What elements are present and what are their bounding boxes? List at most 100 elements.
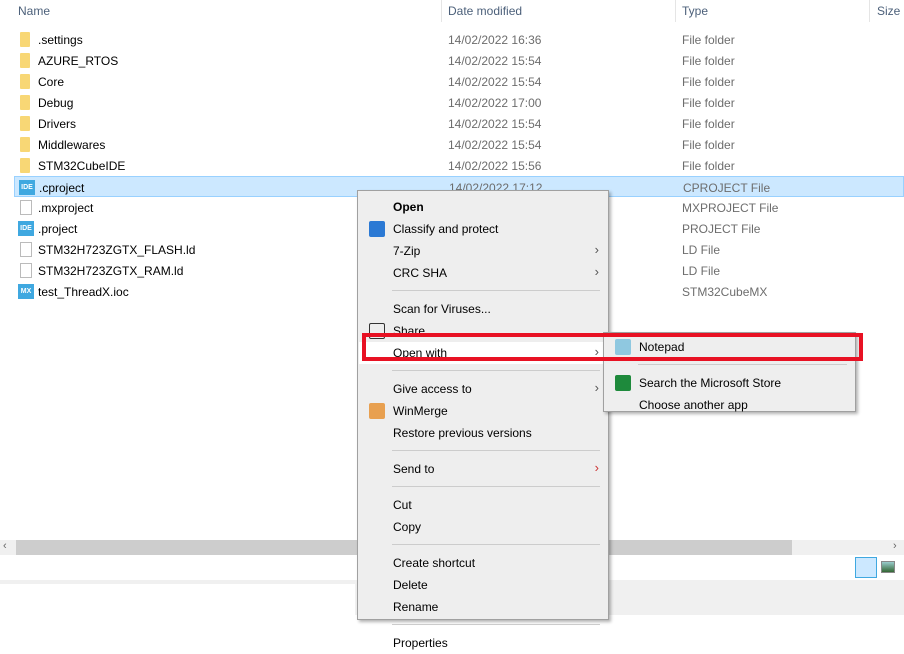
winmerge-icon [369, 403, 385, 419]
menu-separator [392, 544, 600, 545]
menu-item-label: Choose another app [639, 398, 748, 412]
file-name: STM32H723ZGTX_RAM.ld [38, 264, 184, 278]
column-date[interactable]: Date modified [448, 4, 522, 18]
menu-item-label: Properties [393, 636, 448, 650]
menu-item-label: Send to [393, 462, 435, 476]
file-type: LD File [682, 264, 721, 278]
file-name: .cproject [39, 181, 85, 195]
file-date: 14/02/2022 16:36 [448, 33, 542, 47]
details-view-icon[interactable] [855, 557, 877, 578]
file-date: 14/02/2022 15:54 [448, 75, 542, 89]
menu-item-create-shortcut[interactable]: Create shortcut [359, 552, 607, 574]
menu-item-label: Rename [393, 600, 439, 614]
file-icon [20, 263, 32, 278]
file-row[interactable]: .settings 14/02/2022 16:36 File folder [14, 29, 904, 50]
file-date: 14/02/2022 15:54 [448, 54, 542, 68]
menu-separator [392, 370, 600, 371]
folder-icon [20, 137, 30, 152]
chevron-right-icon: › [594, 242, 599, 257]
menu-item-choose-another-app[interactable]: Choose another app [605, 394, 854, 416]
menu-separator [392, 624, 600, 625]
large-icons-view-icon[interactable] [881, 561, 895, 573]
chevron-right-icon: › [594, 380, 599, 395]
menu-item-delete[interactable]: Delete [359, 574, 607, 596]
menu-item-restore-previous-versions[interactable]: Restore previous versions [359, 422, 607, 444]
column-type[interactable]: Type [682, 4, 708, 18]
menu-item-open[interactable]: Open [359, 196, 607, 218]
menu-item-copy[interactable]: Copy [359, 516, 607, 538]
folder-icon [20, 53, 30, 68]
file-row[interactable]: Core 14/02/2022 15:54 File folder [14, 71, 904, 92]
file-row[interactable]: Middlewares 14/02/2022 15:54 File folder [14, 134, 904, 155]
chevron-right-icon: › [594, 264, 599, 279]
menu-separator [392, 486, 600, 487]
file-type: CPROJECT File [683, 181, 771, 195]
menu-item-label: CRC SHA [393, 266, 448, 280]
menu-item-cut[interactable]: Cut [359, 494, 607, 516]
menu-item-properties[interactable]: Properties [359, 632, 607, 654]
menu-item-label: Classify and protect [393, 222, 499, 236]
file-name: STM32H723ZGTX_FLASH.ld [38, 243, 196, 257]
chevron-right-icon: › [594, 460, 599, 475]
menu-item-send-to[interactable]: Send to › [359, 458, 607, 480]
menu-item-label: 7-Zip [393, 244, 421, 258]
folder-icon [20, 95, 30, 110]
file-icon [20, 200, 32, 215]
menu-item-label: Search the Microsoft Store [639, 376, 782, 390]
menu-item-label: Delete [393, 578, 428, 592]
file-name: .mxproject [38, 201, 94, 215]
file-type: File folder [682, 33, 735, 47]
file-type: File folder [682, 117, 735, 131]
file-type: File folder [682, 96, 735, 110]
file-name: .project [38, 222, 78, 236]
menu-item-winmerge[interactable]: WinMerge [359, 400, 607, 422]
menu-item-label: Open [393, 200, 424, 214]
menu-item-crc-sha[interactable]: CRC SHA › [359, 262, 607, 284]
column-size[interactable]: Size [877, 4, 900, 18]
ide-icon: IDE [18, 221, 34, 236]
menu-item-label: Give access to [393, 382, 472, 396]
file-name: Drivers [38, 117, 76, 131]
column-divider[interactable] [441, 0, 442, 22]
file-row[interactable]: AZURE_RTOS 14/02/2022 15:54 File folder [14, 50, 904, 71]
menu-item-label: Copy [393, 520, 422, 534]
blank-panel [0, 584, 355, 615]
menu-separator [392, 450, 600, 451]
file-type: File folder [682, 54, 735, 68]
cubemx-icon: MX [18, 284, 34, 299]
menu-item-search-the-microsoft-store[interactable]: Search the Microsoft Store [605, 372, 854, 394]
file-row[interactable]: STM32CubeIDE 14/02/2022 15:56 File folder [14, 155, 904, 176]
file-type: PROJECT File [682, 222, 761, 236]
column-name[interactable]: Name [18, 4, 50, 18]
folder-icon [20, 74, 30, 89]
column-divider[interactable] [675, 0, 676, 22]
file-name: AZURE_RTOS [38, 54, 119, 68]
file-type: MXPROJECT File [682, 201, 779, 215]
menu-item-label: Scan for Viruses... [393, 302, 491, 316]
file-name: Middlewares [38, 138, 106, 152]
file-row[interactable]: Drivers 14/02/2022 15:54 File folder [14, 113, 904, 134]
file-name: test_ThreadX.ioc [38, 285, 129, 299]
menu-item-scan-for-viruses[interactable]: Scan for Viruses... [359, 298, 607, 320]
file-type: File folder [682, 138, 735, 152]
store-icon [615, 375, 631, 391]
menu-item-give-access-to[interactable]: Give access to › [359, 378, 607, 400]
file-name: .settings [38, 33, 83, 47]
scroll-right-icon[interactable]: › [893, 540, 897, 552]
scroll-left-icon[interactable]: ‹ [3, 540, 7, 552]
highlight-box [362, 333, 863, 361]
lock-icon [369, 221, 385, 237]
menu-item-label: WinMerge [393, 404, 448, 418]
file-row[interactable]: Debug 14/02/2022 17:00 File folder [14, 92, 904, 113]
file-date: 14/02/2022 15:56 [448, 159, 542, 173]
column-divider[interactable] [869, 0, 870, 22]
file-name: STM32CubeIDE [38, 159, 126, 173]
menu-separator [638, 364, 847, 365]
file-type: File folder [682, 159, 735, 173]
menu-item-label: Create shortcut [393, 556, 476, 570]
file-name: Core [38, 75, 65, 89]
menu-item-label: Restore previous versions [393, 426, 532, 440]
menu-item-7-zip[interactable]: 7-Zip › [359, 240, 607, 262]
menu-item-classify-and-protect[interactable]: Classify and protect [359, 218, 607, 240]
folder-icon [20, 32, 30, 47]
